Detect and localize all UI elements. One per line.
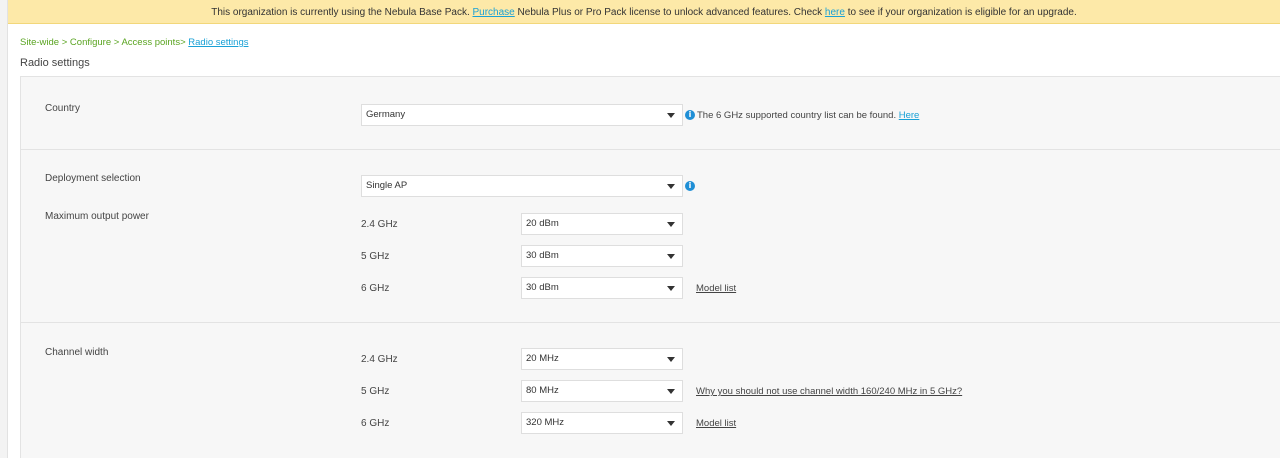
- page-title: Radio settings: [20, 57, 90, 69]
- country-label: Country: [45, 103, 81, 114]
- channel-2-4ghz-value: 20 MHz: [526, 353, 559, 364]
- country-section: Country Germany i The 6 GHz supported co…: [21, 77, 1280, 150]
- deployment-select[interactable]: Single AP: [361, 175, 683, 197]
- channel-6ghz-value: 320 MHz: [526, 417, 565, 428]
- power-band-5ghz: 5 GHz: [361, 251, 390, 262]
- power-section: Deployment selection Single AP i Maximum…: [21, 150, 1280, 323]
- banner-text-before: This organization is currently using the…: [211, 7, 470, 18]
- breadcrumb-item-configure[interactable]: Configure: [70, 37, 111, 48]
- license-banner: This organization is currently using the…: [8, 0, 1280, 24]
- purchase-link[interactable]: Purchase: [473, 7, 515, 18]
- caret-down-icon: [667, 421, 675, 426]
- breadcrumb: Site-wide > Configure > Access points> R…: [20, 37, 248, 48]
- power-model-list-link[interactable]: Model list: [696, 283, 736, 294]
- deployment-label: Deployment selection: [45, 173, 141, 184]
- breadcrumb-separator: >: [61, 37, 68, 48]
- power-band-6ghz: 6 GHz: [361, 283, 390, 294]
- eligibility-here-link[interactable]: here: [825, 7, 845, 18]
- breadcrumb-item-site-wide[interactable]: Site-wide: [20, 37, 59, 48]
- max-output-power-label: Maximum output power: [45, 211, 149, 222]
- settings-panel: Country Germany i The 6 GHz supported co…: [20, 76, 1280, 458]
- channel-5ghz-select[interactable]: 80 MHz: [521, 380, 683, 402]
- caret-down-icon: [667, 184, 675, 189]
- channel-6ghz-select[interactable]: 320 MHz: [521, 412, 683, 434]
- caret-down-icon: [667, 113, 675, 118]
- power-band-2-4ghz: 2.4 GHz: [361, 219, 398, 230]
- banner-text-middle: Nebula Plus or Pro Pack license to unloc…: [517, 7, 823, 18]
- power-5ghz-value: 30 dBm: [526, 250, 559, 261]
- country-note: The 6 GHz supported country list can be …: [697, 110, 919, 121]
- country-note-text: The 6 GHz supported country list can be …: [697, 110, 897, 121]
- breadcrumb-separator: >: [180, 37, 186, 48]
- caret-down-icon: [667, 254, 675, 259]
- channel-band-2-4ghz: 2.4 GHz: [361, 354, 398, 365]
- caret-down-icon: [667, 357, 675, 362]
- channel-width-why-link[interactable]: Why you should not use channel width 160…: [696, 386, 962, 397]
- power-5ghz-select[interactable]: 30 dBm: [521, 245, 683, 267]
- breadcrumb-item-radio-settings[interactable]: Radio settings: [188, 37, 248, 48]
- channel-5ghz-value: 80 MHz: [526, 385, 559, 396]
- breadcrumb-item-access-points[interactable]: Access points: [121, 37, 180, 48]
- power-6ghz-value: 30 dBm: [526, 282, 559, 293]
- deployment-select-value: Single AP: [366, 180, 408, 191]
- country-list-here-link[interactable]: Here: [899, 110, 920, 121]
- channel-model-list-link[interactable]: Model list: [696, 418, 736, 429]
- channel-width-label: Channel width: [45, 347, 109, 358]
- power-6ghz-select[interactable]: 30 dBm: [521, 277, 683, 299]
- breadcrumb-separator: >: [113, 37, 120, 48]
- country-select[interactable]: Germany: [361, 104, 683, 126]
- channel-2-4ghz-select[interactable]: 20 MHz: [521, 348, 683, 370]
- country-select-value: Germany: [366, 109, 406, 120]
- power-2-4ghz-select[interactable]: 20 dBm: [521, 213, 683, 235]
- channel-width-section: Channel width 2.4 GHz 20 MHz 5 GHz 80 MH…: [21, 323, 1280, 458]
- power-2-4ghz-value: 20 dBm: [526, 218, 559, 229]
- caret-down-icon: [667, 389, 675, 394]
- caret-down-icon: [667, 222, 675, 227]
- left-rail: [0, 0, 8, 458]
- banner-text-after: to see if your organization is eligible …: [847, 7, 1077, 18]
- channel-band-6ghz: 6 GHz: [361, 418, 390, 429]
- channel-band-5ghz: 5 GHz: [361, 386, 390, 397]
- info-circle-icon[interactable]: i: [685, 181, 695, 191]
- caret-down-icon: [667, 286, 675, 291]
- info-circle-icon[interactable]: i: [685, 110, 695, 120]
